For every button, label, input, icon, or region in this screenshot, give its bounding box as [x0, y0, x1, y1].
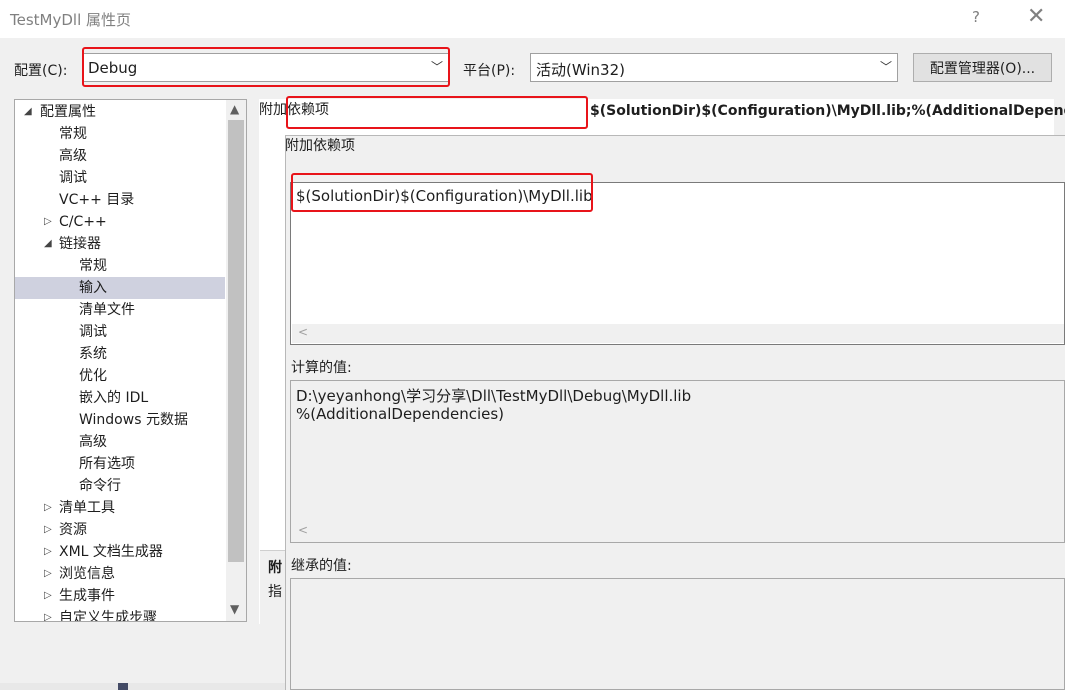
config-value: Debug: [88, 59, 138, 77]
tree-item-label: 配置属性: [40, 104, 96, 120]
config-label: 配置(C):: [14, 63, 68, 79]
grid-property-value[interactable]: $(SolutionDir)$(Configuration)\MyDll.lib…: [590, 103, 1065, 119]
expand-arrow-icon[interactable]: ▷: [44, 607, 52, 621]
expand-arrow-icon[interactable]: ▷: [44, 585, 52, 607]
expand-arrow-icon[interactable]: ▷: [44, 563, 52, 585]
inherited-value-box: [290, 578, 1065, 690]
config-manager-button[interactable]: 配置管理器(O)...: [913, 53, 1052, 82]
platform-value: 活动(Win32): [536, 61, 625, 79]
dependencies-edit-text[interactable]: $(SolutionDir)$(Configuration)\MyDll.lib: [296, 187, 593, 205]
expand-arrow-icon[interactable]: ▷: [44, 211, 52, 233]
tree-item-label: 调试: [79, 324, 107, 340]
tree-item-label: 所有选项: [79, 456, 135, 472]
edit-hscrollbar[interactable]: <: [292, 324, 1064, 343]
config-dropdown[interactable]: Debug ﹀: [82, 53, 449, 82]
collapse-arrow-icon[interactable]: ◢: [44, 233, 52, 255]
computed-value-box: D:\yeyanhong\学习分享\Dll\TestMyDll\Debug\My…: [290, 380, 1065, 543]
scroll-left-icon[interactable]: <: [298, 523, 308, 537]
tree-item-label: 清单工具: [59, 500, 115, 516]
tree-item-label: 嵌入的 IDL: [79, 390, 149, 406]
computed-hscrollbar[interactable]: <: [292, 522, 1064, 541]
tree-item-label: 自定义生成步骤: [59, 610, 157, 622]
tree-item-label: 输入: [79, 280, 107, 296]
expand-arrow-icon[interactable]: ▷: [44, 541, 52, 563]
tree-item-label: XML 文档生成器: [59, 544, 163, 560]
title-bar: TestMyDll 属性页 ? ✕: [0, 0, 1065, 38]
tree-scrollbar[interactable]: ▲ ▼: [226, 100, 246, 621]
tree-item-label: 命令行: [79, 478, 121, 494]
collapse-arrow-icon[interactable]: ◢: [24, 101, 32, 123]
chevron-down-icon: ﹀: [879, 60, 892, 74]
inherited-value-label: 继承的值:: [291, 558, 352, 574]
tree-item-label: 浏览信息: [59, 566, 115, 582]
scrollbar-thumb[interactable]: [228, 120, 244, 562]
tree-item-label: VC++ 目录: [59, 192, 135, 208]
computed-value-label: 计算的值:: [291, 360, 352, 376]
chevron-down-icon: ﹀: [430, 60, 443, 74]
dependencies-edit-box[interactable]: $(SolutionDir)$(Configuration)\MyDll.lib…: [290, 182, 1065, 345]
property-tree: ◢ 配置属性 常规 高级 调试 VC++ 目录 ▷ C/C++ ◢ 链接器 常规 输入 清单文件 调试 系统…: [14, 99, 247, 622]
tree-item-label: Windows 元数据: [79, 412, 188, 428]
tree-item-label: 链接器: [59, 236, 101, 252]
tree-item-label: 常规: [79, 258, 107, 274]
scroll-down-icon[interactable]: ▼: [230, 602, 239, 616]
tree-item-label: 资源: [59, 522, 87, 538]
expand-arrow-icon[interactable]: ▷: [44, 519, 52, 541]
platform-label: 平台(P):: [463, 63, 516, 79]
computed-line-1: D:\yeyanhong\学习分享\Dll\TestMyDll\Debug\My…: [296, 387, 692, 405]
help-button[interactable]: ?: [972, 8, 980, 26]
tree-item-label: 高级: [79, 434, 107, 450]
dialog-title: 附加依赖项: [285, 138, 355, 154]
tree-item-label: 调试: [59, 170, 87, 186]
tree-item-label: 优化: [79, 368, 107, 384]
background-strip: [0, 683, 285, 690]
background-block: [118, 683, 128, 690]
platform-dropdown[interactable]: 活动(Win32) ﹀: [530, 53, 898, 82]
tree-item-label: C/C++: [59, 214, 107, 230]
description-title: 附: [268, 560, 282, 576]
description-text: 指: [268, 584, 282, 600]
tree-item-label: 常规: [59, 126, 87, 142]
computed-line-2: %(AdditionalDependencies): [296, 405, 505, 423]
window-title: TestMyDll 属性页: [10, 11, 132, 29]
scroll-left-icon[interactable]: <: [298, 325, 308, 339]
close-icon[interactable]: ✕: [1027, 4, 1045, 29]
tree-item-label: 生成事件: [59, 588, 115, 604]
tree-item-label: 清单文件: [79, 302, 135, 318]
expand-arrow-icon[interactable]: ▷: [44, 497, 52, 519]
tree-item[interactable]: 输入: [15, 277, 225, 299]
tree-item-label: 高级: [59, 148, 87, 164]
tree-item-label: 系统: [79, 346, 107, 362]
scroll-up-icon[interactable]: ▲: [230, 102, 239, 116]
